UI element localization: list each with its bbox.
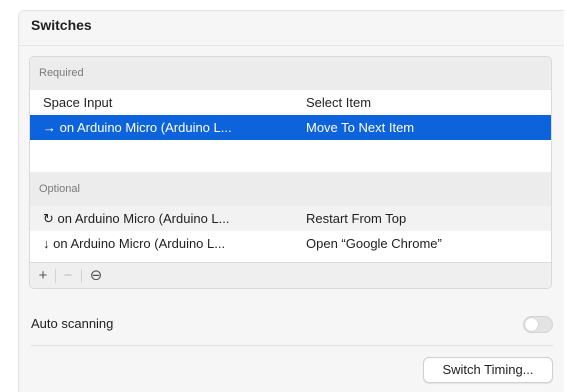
auto-scanning-row: Auto scanning	[31, 311, 553, 337]
divider	[19, 45, 564, 46]
switch-timing-button[interactable]: Switch Timing...	[423, 357, 553, 383]
toggle-knob	[525, 318, 538, 331]
group-header-optional: Optional	[30, 172, 551, 206]
action-cell: Move To Next Item	[306, 120, 415, 135]
group-header-required: Required	[30, 57, 551, 90]
action-cell: Restart From Top	[306, 211, 407, 226]
table-row[interactable]: Space Input Select Item	[30, 90, 551, 115]
divider	[31, 345, 553, 346]
auto-scanning-toggle[interactable]	[523, 316, 553, 333]
section-title: Switches	[31, 17, 92, 33]
toolbar-separator	[81, 269, 82, 283]
auto-scanning-label: Auto scanning	[31, 316, 114, 331]
switch-cell: → on Arduino Micro (Arduino L...	[43, 120, 232, 135]
switches-panel: Switches Required Space Input Select Ite…	[18, 10, 564, 392]
more-options-icon[interactable]: ⊖	[85, 263, 107, 288]
table-footer-toolbar: + − ⊖	[30, 262, 551, 288]
table-row[interactable]: ↻ on Arduino Micro (Arduino L... Restart…	[30, 206, 551, 231]
switch-cell: ↻ on Arduino Micro (Arduino L...	[43, 211, 230, 226]
action-cell: Open “Google Chrome”	[306, 236, 442, 251]
remove-button[interactable]: −	[57, 263, 79, 288]
switch-cell: ↓ on Arduino Micro (Arduino L...	[43, 236, 226, 251]
switches-table: Required Space Input Select Item → on Ar…	[29, 56, 552, 289]
table-row-selected[interactable]: → on Arduino Micro (Arduino L... Move To…	[30, 115, 551, 140]
toolbar-separator	[55, 269, 56, 283]
action-cell: Select Item	[306, 95, 372, 110]
add-button[interactable]: +	[32, 263, 54, 288]
switch-cell: Space Input	[43, 95, 113, 110]
table-row[interactable]: ↓ on Arduino Micro (Arduino L... Open “G…	[30, 231, 551, 256]
